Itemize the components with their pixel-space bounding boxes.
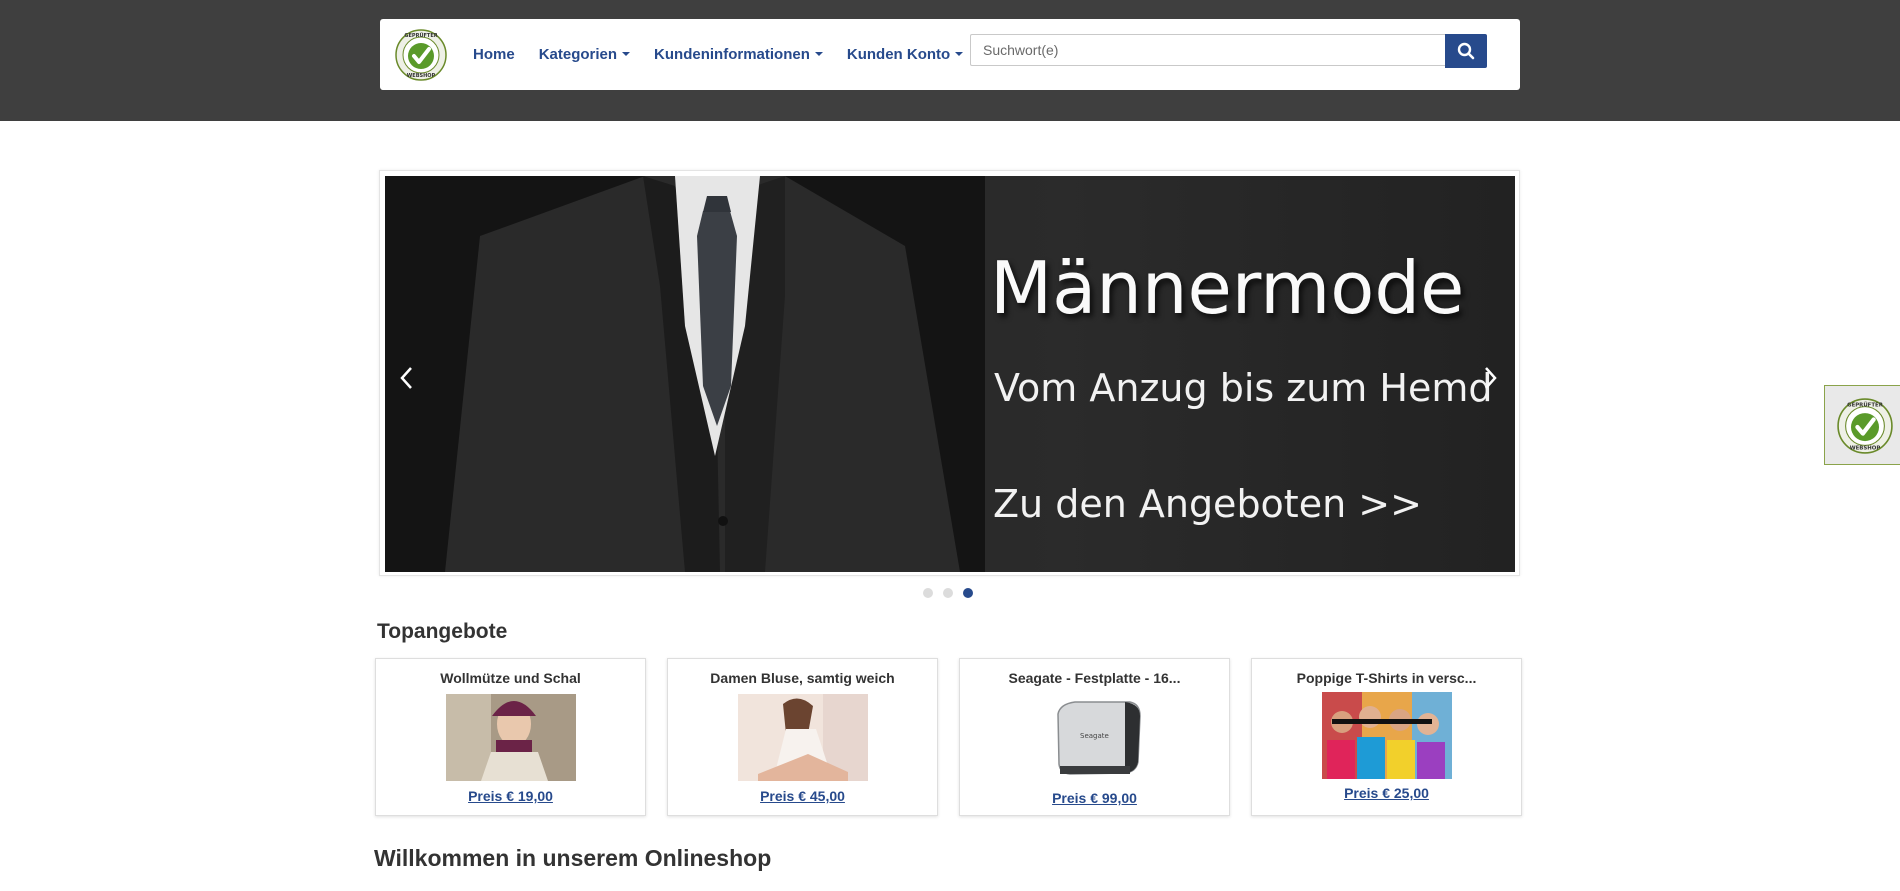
product-title: Seagate - Festplatte - 16... [1008,670,1181,686]
svg-text:GEPRÜFTER: GEPRÜFTER [1847,402,1884,409]
trust-seal-badge[interactable]: GEPRÜFTER WEBSHOP [1824,385,1900,465]
slide-subtitle: Vom Anzug bis zum Hemd [994,366,1493,410]
nav-kundeninformationen-label: Kundeninformationen [654,46,810,63]
svg-text:WEBSHOP: WEBSHOP [1850,446,1881,452]
product-card[interactable]: Damen Bluse, samtig weich Preis € 45,00 [667,658,938,816]
product-image-tshirts [1322,692,1452,779]
carousel-dot-3[interactable] [963,588,973,598]
product-price[interactable]: Preis € 45,00 [668,788,937,804]
topangebote-heading: Topangebote [377,620,508,643]
caret-down-icon [955,52,964,56]
nav-kategorien-label: Kategorien [538,46,618,63]
webshop-seal-icon: GEPRÜFTER WEBSHOP [1837,398,1893,454]
hero-carousel: Männermode Vom Anzug bis zum Hemd Zu den… [379,170,1520,576]
product-price[interactable]: Preis € 99,00 [960,790,1229,806]
slide-title: Männermode [990,246,1465,330]
product-price[interactable]: Preis € 19,00 [376,788,645,804]
nav-home[interactable]: Home [473,46,515,63]
search-input[interactable] [970,34,1446,66]
svg-text:Seagate: Seagate [1080,732,1109,740]
slide-offers-link[interactable]: Zu den Angeboten >> [993,482,1422,526]
carousel-dot-2[interactable] [943,588,953,598]
navbar: GEPRÜFTER WEBSHOP Home Kategorien Kunden… [380,19,1520,90]
caret-down-icon [814,52,823,56]
product-card[interactable]: Wollmütze und Schal Preis € 19,00 [375,658,646,816]
chevron-right-icon[interactable] [1478,363,1502,393]
product-image-wollmuetze [446,694,576,781]
suit-man-image [385,176,985,572]
carousel-indicators [923,588,983,598]
header-bar: GEPRÜFTER WEBSHOP Home Kategorien Kunden… [0,0,1900,121]
main-nav: Home Kategorien Kundeninformationen Kund… [473,19,987,90]
nav-kunden-konto-label: Kunden Konto [846,46,951,63]
search-button[interactable] [1445,34,1487,68]
webshop-seal-logo[interactable]: GEPRÜFTER WEBSHOP [395,29,447,81]
chevron-left-icon[interactable] [395,363,419,393]
product-price[interactable]: Preis € 25,00 [1252,785,1521,801]
product-image-festplatte: Seagate [1030,694,1160,781]
product-image-bluse [738,694,868,781]
nav-kunden-konto[interactable]: Kunden Konto [846,46,964,63]
product-card[interactable]: Poppige T-Shirts in versc... Preis € 25,… [1251,658,1522,816]
product-title: Damen Bluse, samtig weich [710,670,895,686]
caret-down-icon [622,52,631,56]
product-title: Poppige T-Shirts in versc... [1296,670,1477,686]
welcome-heading: Willkommen in unserem Onlineshop [374,845,772,871]
nav-kategorien[interactable]: Kategorien [538,46,631,63]
product-card[interactable]: Seagate - Festplatte - 16... Seagate Pre… [959,658,1230,816]
svg-text:GEPRÜFTER: GEPRÜFTER [404,32,437,39]
search-icon [1457,42,1475,60]
product-title: Wollmütze und Schal [440,670,581,686]
svg-text:WEBSHOP: WEBSHOP [407,73,436,79]
carousel-slide[interactable]: Männermode Vom Anzug bis zum Hemd Zu den… [385,176,1515,572]
nav-kundeninformationen[interactable]: Kundeninformationen [654,46,823,63]
carousel-dot-1[interactable] [923,588,933,598]
